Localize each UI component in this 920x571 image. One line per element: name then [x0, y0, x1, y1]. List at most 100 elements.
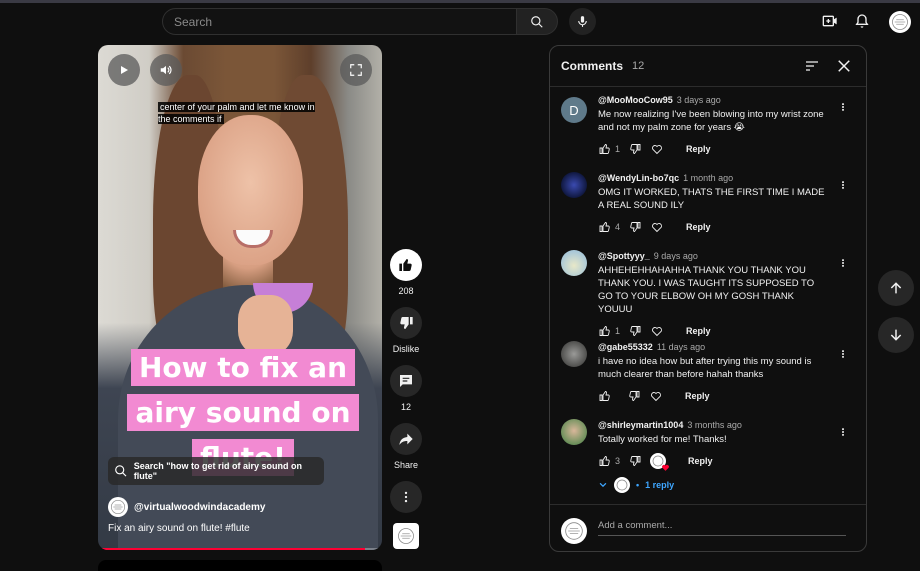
avatar-letter: D — [569, 102, 579, 118]
view-replies-button[interactable]: • 1 reply — [598, 477, 674, 493]
more-vertical-icon — [842, 181, 844, 189]
comment-author[interactable]: @WendyLin-bo7qc — [598, 173, 679, 183]
comment-time[interactable]: 3 months ago — [687, 420, 742, 430]
sort-icon[interactable] — [804, 58, 820, 74]
comment-dislike-button[interactable] — [628, 454, 642, 468]
dislike-action[interactable]: Dislike — [390, 307, 422, 354]
comment-time[interactable]: 9 days ago — [654, 251, 698, 261]
volume-button[interactable] — [150, 54, 182, 86]
fullscreen-button[interactable] — [340, 54, 372, 86]
comment-heart-button[interactable] — [650, 220, 664, 234]
comment-dislike-button[interactable] — [628, 220, 642, 234]
comments-header-count: 12 — [632, 60, 645, 72]
related-search-chip[interactable]: Search "how to get rid of airy sound on … — [108, 457, 324, 485]
short-video-player[interactable]: center of your palm and let me know in t… — [98, 45, 382, 550]
comment-menu-button[interactable] — [838, 347, 848, 361]
comment-time[interactable]: 3 days ago — [677, 95, 721, 105]
comment-like-button[interactable] — [598, 142, 612, 156]
comment-like-button[interactable] — [598, 389, 612, 403]
comment-time[interactable]: 1 month ago — [683, 173, 733, 183]
like-button[interactable] — [390, 249, 422, 281]
create-button[interactable] — [820, 11, 840, 31]
comment-heart-button[interactable] — [650, 324, 664, 338]
related-search-text: Search "how to get rid of airy sound on … — [133, 461, 303, 481]
search-button[interactable] — [516, 8, 558, 35]
comment-avatar[interactable]: D — [561, 97, 587, 123]
bullet-separator: • — [636, 480, 640, 490]
account-avatar[interactable] — [889, 11, 911, 33]
thumbs-down-icon — [629, 391, 640, 401]
video-progress-bar[interactable] — [98, 548, 382, 550]
thumbs-down-icon — [630, 326, 641, 336]
comment-dislike-button[interactable] — [627, 389, 641, 403]
comment-avatar[interactable] — [561, 250, 587, 276]
more-action[interactable] — [390, 481, 422, 513]
comment-body: @gabe55332 11 days ago i have no idea how… — [598, 341, 828, 403]
comment-avatar[interactable] — [561, 172, 587, 198]
notifications-button[interactable] — [852, 11, 872, 31]
next-short-preview[interactable] — [98, 560, 382, 571]
like-action[interactable]: 208 — [390, 249, 422, 296]
comment-avatar[interactable] — [561, 419, 587, 445]
channel-logo-icon — [616, 479, 628, 491]
comments-button[interactable] — [390, 365, 422, 397]
add-comment-area — [550, 504, 866, 551]
comment-reply-button[interactable]: Reply — [685, 391, 710, 401]
comment-reply-button[interactable]: Reply — [686, 326, 711, 336]
comment-body: @Spottyyy_ 9 days ago AHHEHEHHAHAHHA THAN… — [598, 250, 828, 338]
thumbs-up-icon — [599, 456, 610, 466]
comment-like-button[interactable] — [598, 324, 612, 338]
search-box[interactable] — [162, 8, 516, 35]
comment-author[interactable]: @MooMooCow95 — [598, 95, 673, 105]
comment-author[interactable]: @shirleymartin1004 — [598, 420, 683, 430]
previous-short-button[interactable] — [878, 270, 914, 306]
dislike-button[interactable] — [390, 307, 422, 339]
comment-menu-button[interactable] — [838, 425, 848, 439]
comment-like-button[interactable] — [598, 454, 612, 468]
comment-body: @shirleymartin1004 3 months ago Totally w… — [598, 419, 828, 471]
voice-search-button[interactable] — [569, 8, 596, 35]
comment-text: OMG IT WORKED, THATS THE FIRST TIME I MA… — [598, 187, 825, 211]
add-comment-input[interactable] — [598, 516, 846, 536]
comment-author[interactable]: @Spottyyy_ — [598, 251, 650, 261]
close-icon[interactable] — [835, 57, 853, 75]
comment-menu-button[interactable] — [838, 256, 848, 270]
comment-text: Me now realizing I've been blowing into … — [598, 109, 824, 133]
more-vertical-icon — [842, 428, 844, 436]
share-button[interactable] — [390, 423, 422, 455]
sound-thumbnail[interactable] — [393, 523, 419, 549]
search-input[interactable] — [174, 14, 516, 29]
channel-logo-icon — [111, 500, 125, 514]
comments-count: 12 — [400, 402, 411, 412]
dislike-label: Dislike — [392, 344, 420, 354]
comment-dislike-button[interactable] — [628, 324, 642, 338]
thumbs-down-icon — [630, 222, 641, 232]
comment-avatar[interactable] — [561, 341, 587, 367]
comment-reply-button[interactable]: Reply — [686, 144, 711, 154]
comments-action[interactable]: 12 — [390, 365, 422, 412]
comment-icon — [400, 375, 412, 387]
play-button[interactable] — [108, 54, 140, 86]
thumbs-up-icon — [599, 391, 610, 401]
thumbs-up-icon — [399, 258, 412, 272]
next-short-button[interactable] — [878, 317, 914, 353]
comment-text: i have no idea how but after trying this… — [598, 356, 812, 380]
channel-logo-icon — [892, 14, 908, 30]
comment-reply-button[interactable]: Reply — [688, 456, 713, 466]
browser-top-strip — [0, 0, 920, 3]
comment-author[interactable]: @gabe55332 — [598, 342, 653, 352]
comment-reply-button[interactable]: Reply — [686, 222, 711, 232]
comment-time[interactable]: 11 days ago — [657, 342, 705, 352]
comment-menu-button[interactable] — [838, 100, 848, 114]
comment-like-button[interactable] — [598, 220, 612, 234]
channel-link[interactable]: @virtualwoodwindacademy — [108, 497, 265, 517]
share-action[interactable]: Share — [390, 423, 422, 470]
mic-icon — [578, 16, 587, 27]
comment-heart-button[interactable] — [649, 389, 663, 403]
more-vertical-icon — [404, 491, 408, 503]
comment-dislike-button[interactable] — [628, 142, 642, 156]
comment-heart-button[interactable] — [650, 142, 664, 156]
share-icon — [399, 433, 413, 445]
more-options-button[interactable] — [390, 481, 422, 513]
comment-menu-button[interactable] — [838, 178, 848, 192]
